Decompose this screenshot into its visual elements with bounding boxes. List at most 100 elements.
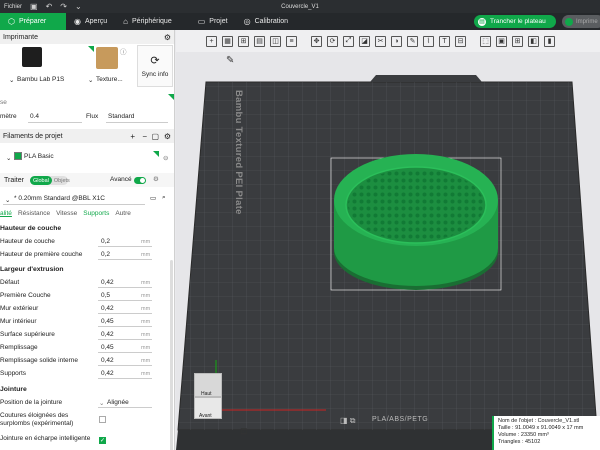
subtab-strength[interactable]: Résistance — [18, 210, 50, 217]
subtab-supports[interactable]: Supports — [83, 210, 109, 217]
chevron-down-icon[interactable]: ⌄ — [99, 399, 104, 407]
save-icon[interactable]: ▣ — [30, 0, 38, 13]
mesh-boolean-icon[interactable]: ◑ — [391, 35, 402, 47]
tab-preview[interactable]: ◉ Aperçu — [66, 13, 115, 30]
printer-name[interactable]: Bambu Lab P1S — [17, 76, 64, 83]
add-object-icon[interactable]: + — [206, 35, 217, 47]
scarf-seam-checkbox[interactable]: ✓ — [99, 437, 106, 444]
sync-info-button[interactable]: ⟳ Sync info — [137, 45, 173, 87]
setting-underline — [98, 326, 152, 327]
copy-icon[interactable]: ▢ — [151, 132, 159, 141]
filament-color-swatch[interactable] — [14, 152, 22, 160]
seam-position-select[interactable]: Alignée — [107, 399, 129, 406]
global-objects-switch[interactable]: Global Objets — [30, 176, 70, 185]
global-option[interactable]: Global — [30, 176, 52, 185]
panel-scrollbar[interactable] — [170, 260, 173, 450]
cube-view-icon[interactable]: ▣ — [496, 35, 507, 47]
layers-icon[interactable]: ≡ — [286, 35, 297, 47]
slice-view-icon[interactable]: ◧ — [528, 35, 539, 47]
gear-icon[interactable]: ⚙ — [164, 132, 171, 141]
objects-option[interactable]: Objets — [52, 178, 72, 184]
arrange-icon[interactable]: ▤ — [254, 35, 265, 47]
edit-pencil-icon[interactable]: ✎ — [226, 55, 234, 66]
chevron-down-icon[interactable]: ⌄ — [6, 154, 11, 162]
tab-device[interactable]: ⌂ Périphérique — [115, 13, 180, 30]
filament-section-header[interactable]: Filaments de projet ⚙ ▢ − + — [0, 129, 174, 143]
setting-label: Remplissage — [0, 344, 38, 351]
setting-value[interactable]: 0,5 — [101, 292, 110, 299]
subtab-speed[interactable]: Vitesse — [56, 210, 77, 217]
fit-view-icon[interactable]: ⊡ — [240, 426, 248, 437]
advanced-toggle[interactable] — [134, 177, 146, 184]
plate-thumbnail[interactable] — [96, 47, 118, 69]
add-plate-icon[interactable]: ▦ — [222, 35, 233, 47]
plate-name[interactable]: Texture... — [96, 76, 123, 83]
3d-viewport[interactable]: + ▦ ⊞ ▤ ◫ ≡ ✥ ⟳ ⤢ ◪ ✂ ◑ ✎ ⌇ T ⊟ ⬚ ▣ ⊞ ◧ … — [176, 30, 600, 450]
setting-underline — [98, 300, 152, 301]
setting-label: Surface supérieure — [0, 331, 55, 338]
grid-icon[interactable]: ⊞ — [512, 35, 523, 47]
gear-icon[interactable]: ⚙ — [153, 175, 159, 183]
info-icon[interactable]: ⓘ — [120, 46, 127, 56]
printer-thumbnail[interactable] — [22, 47, 42, 67]
seam-gap-checkbox[interactable] — [99, 416, 106, 423]
tab-project[interactable]: ▭ Projet — [190, 13, 236, 30]
setting-value[interactable]: 0,42 — [101, 370, 114, 377]
assembly-icon[interactable]: ⬚ — [480, 35, 491, 47]
nozzle-label: se — [0, 99, 7, 106]
remove-filament-icon[interactable]: ⊖ — [163, 154, 168, 162]
rotate-icon[interactable]: ⟳ — [327, 35, 338, 47]
lay-on-face-icon[interactable]: ◪ — [359, 35, 370, 47]
setting-underline — [98, 313, 152, 314]
split-icon[interactable]: ◫ — [270, 35, 281, 47]
flow-value[interactable]: Standard — [108, 113, 134, 120]
setting-label: Première Couche — [0, 292, 51, 299]
printer-section-header[interactable]: Imprimante ⚙ — [0, 30, 174, 44]
chevron-down-icon[interactable]: ⌄ — [9, 76, 14, 84]
setting-value[interactable]: 0,42 — [101, 331, 114, 338]
subtab-quality[interactable]: alité — [0, 210, 12, 217]
file-menu[interactable]: Fichier — [4, 4, 22, 10]
support-paint-icon[interactable]: ✎ — [407, 35, 418, 47]
setting-underline — [98, 407, 152, 408]
filament-section-title: Filaments de projet — [3, 132, 63, 140]
minus-icon[interactable]: − — [142, 132, 147, 141]
diameter-value[interactable]: 0.4 — [30, 113, 39, 120]
setting-value[interactable]: 0,45 — [101, 344, 114, 351]
undo-icon[interactable]: ↶ — [46, 0, 53, 13]
redo-icon[interactable]: ↷ — [60, 0, 67, 13]
setting-value[interactable]: 0,42 — [101, 279, 114, 286]
setting-unit: mm — [141, 371, 151, 377]
measure-icon[interactable]: ⊟ — [455, 35, 466, 47]
orient-icon[interactable]: ⊞ — [238, 35, 249, 47]
move-icon[interactable]: ✥ — [311, 35, 322, 47]
print-button[interactable]: Imprime — [562, 15, 600, 28]
filament-name[interactable]: PLA Basic — [24, 153, 54, 160]
chevron-down-icon[interactable]: ⌄ — [88, 76, 93, 84]
tab-prepare[interactable]: ⬡ Préparer — [0, 13, 66, 30]
more-icon[interactable]: ▮ — [544, 35, 555, 47]
tab-calibration[interactable]: ◎ Calibration — [236, 13, 296, 30]
setting-value[interactable]: 0,2 — [101, 238, 110, 245]
cut-icon[interactable]: ✂ — [375, 35, 386, 47]
subtab-other[interactable]: Autre — [115, 210, 131, 217]
setting-value[interactable]: 0,42 — [101, 305, 114, 312]
scale-icon[interactable]: ⤢ — [343, 35, 354, 47]
setting-value[interactable]: 0,2 — [101, 251, 110, 258]
search-icon[interactable]: ⌕ — [162, 194, 166, 202]
save-preset-icon[interactable]: ▭ — [150, 194, 156, 202]
process-preset[interactable]: * 0.20mm Standard @BBL X1C — [14, 195, 105, 202]
slice-plate-button[interactable]: ▤ Trancher le plateau — [474, 15, 556, 28]
plate-tab — [370, 75, 482, 82]
plus-icon[interactable]: + — [130, 132, 135, 141]
setting-value[interactable]: 0,45 — [101, 318, 114, 325]
view-cube[interactable]: Haut Avant — [187, 373, 222, 419]
setting-unit: mm — [141, 332, 151, 338]
chevron-down-icon[interactable]: ⌄ — [5, 196, 10, 204]
text-icon[interactable]: T — [439, 35, 450, 47]
gear-icon[interactable]: ⚙ — [164, 33, 171, 42]
setting-value[interactable]: 0,42 — [101, 357, 114, 364]
seam-paint-icon[interactable]: ⌇ — [423, 35, 434, 47]
chevron-down-icon[interactable]: ⌄ — [75, 0, 82, 13]
printer-section-title: Imprimante — [3, 33, 39, 41]
